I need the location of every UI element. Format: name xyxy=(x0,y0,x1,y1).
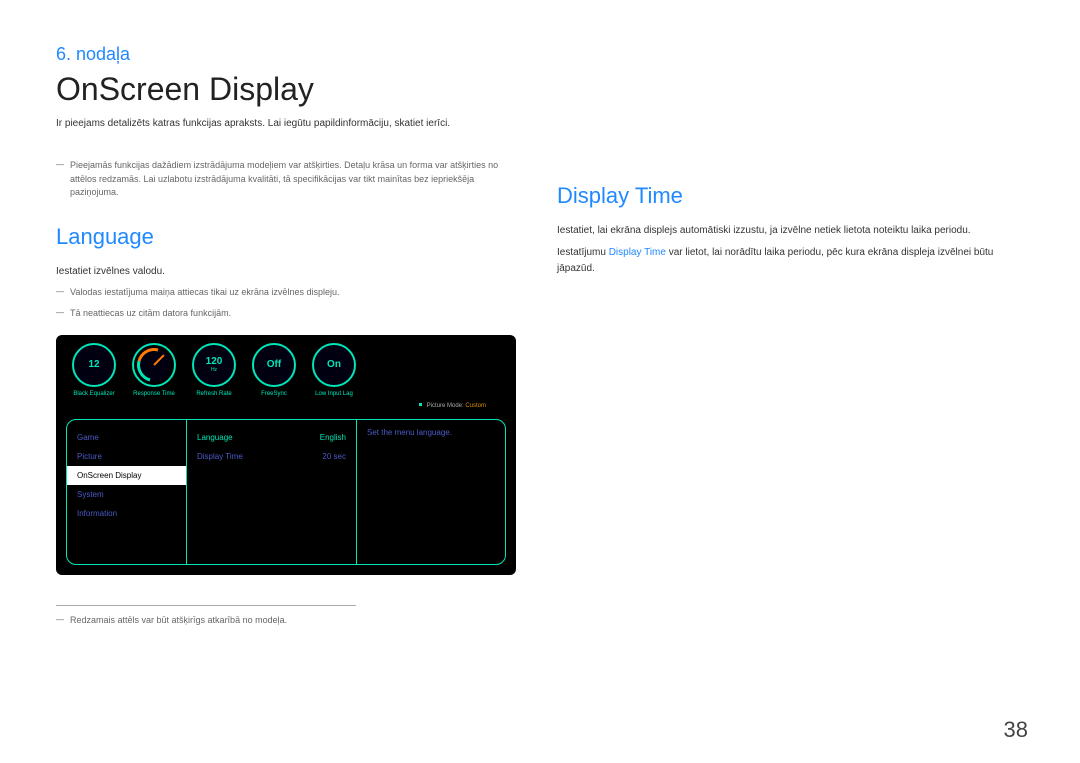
dial: On Low Input Lag xyxy=(306,343,362,397)
osd-nav-item[interactable]: OnScreen Display xyxy=(67,466,186,485)
language-note-2: Tā neattiecas uz citām datora funkcijām. xyxy=(56,307,523,321)
osd-nav-label: Game xyxy=(77,433,99,442)
page-title: OnScreen Display xyxy=(56,71,1024,108)
osd-desc-text: Set the menu language. xyxy=(367,428,495,437)
footnote: Redzamais attēls var būt atšķirīgs atkar… xyxy=(56,614,523,628)
osd-nav-item[interactable]: Picture xyxy=(67,447,186,466)
dial: 120Hz Refresh Rate xyxy=(186,343,242,397)
dot-icon xyxy=(419,403,422,406)
dial-subvalue: Hz xyxy=(211,367,217,373)
dial-label: Response Time xyxy=(126,391,182,397)
osd-menu: Game Picture OnScreen Display System Informa… xyxy=(66,419,506,565)
chapter-label: 6. nodaļa xyxy=(56,44,1024,65)
osd-nav-label: Information xyxy=(77,509,117,518)
dial-label: Low Input Lag xyxy=(306,391,362,397)
dial-label: Refresh Rate xyxy=(186,391,242,397)
dial-value: 120 xyxy=(206,356,223,367)
display-time-p2: Iestatījumu Display Time var lietot, lai… xyxy=(557,245,1024,277)
dt-highlight: Display Time xyxy=(609,247,666,258)
dial-value: On xyxy=(327,359,341,370)
section-heading-display-time: Display Time xyxy=(557,183,1024,209)
osd-nav: Game Picture OnScreen Display System Informa… xyxy=(67,420,187,564)
dial: Off FreeSync xyxy=(246,343,302,397)
language-note-1: Valodas iestatījuma maiņa attiecas tikai… xyxy=(56,286,523,300)
page-number: 38 xyxy=(1004,717,1028,743)
top-note: Pieejamās funkcijas dažādiem izstrādājum… xyxy=(56,159,523,200)
osd-options: Language English Display Time 20 sec xyxy=(187,420,357,564)
dial: Response Time xyxy=(126,343,182,397)
dial: 12 Black Equalizer xyxy=(66,343,122,397)
picture-mode-label: Picture Mode: xyxy=(427,403,466,409)
osd-option-label: Language xyxy=(197,433,233,442)
dial-circle: On xyxy=(312,343,356,387)
dial-label: FreeSync xyxy=(246,391,302,397)
dial-circle: 12 xyxy=(72,343,116,387)
picture-mode-value: Custom xyxy=(465,403,486,409)
osd-option-item[interactable]: Display Time 20 sec xyxy=(187,447,356,466)
osd-option-value: 20 sec xyxy=(322,452,346,461)
dial-circle: Off xyxy=(252,343,296,387)
section-heading-language: Language xyxy=(56,224,523,250)
dial-value: Off xyxy=(267,359,281,370)
right-column: Display Time Iestatiet, lai ekrāna displ… xyxy=(557,159,1024,635)
osd-nav-item[interactable]: Information xyxy=(67,504,186,523)
language-body: Iestatiet izvēlnes valodu. xyxy=(56,264,523,280)
dt-p2a: Iestatījumu xyxy=(557,247,609,258)
osd-nav-label: System xyxy=(77,490,104,499)
display-time-p1: Iestatiet, lai ekrāna displejs automātis… xyxy=(557,223,1024,239)
dial-row: 12 Black Equalizer Response Time 120Hz Refre… xyxy=(56,335,516,397)
osd-nav-item[interactable]: Game xyxy=(67,428,186,447)
osd-nav-label: Picture xyxy=(77,452,102,461)
osd-option-label: Display Time xyxy=(197,452,243,461)
osd-nav-label: OnScreen Display xyxy=(77,471,141,480)
left-column: Pieejamās funkcijas dažādiem izstrādājum… xyxy=(56,159,523,635)
dial-circle: 120Hz xyxy=(192,343,236,387)
footnote-divider xyxy=(56,605,356,606)
osd-option-item[interactable]: Language English xyxy=(187,428,356,447)
picture-mode-indicator: Picture Mode: Custom xyxy=(419,403,486,409)
dial-label: Black Equalizer xyxy=(66,391,122,397)
intro-text: Ir pieejams detalizēts katras funkcijas … xyxy=(56,118,1024,129)
osd-option-value: English xyxy=(320,433,346,442)
dial-value: 12 xyxy=(88,359,99,370)
osd-nav-item[interactable]: System xyxy=(67,485,186,504)
osd-screenshot: 12 Black Equalizer Response Time 120Hz Refre… xyxy=(56,335,516,575)
osd-description: Set the menu language. xyxy=(357,420,505,564)
dial-circle xyxy=(132,343,176,387)
